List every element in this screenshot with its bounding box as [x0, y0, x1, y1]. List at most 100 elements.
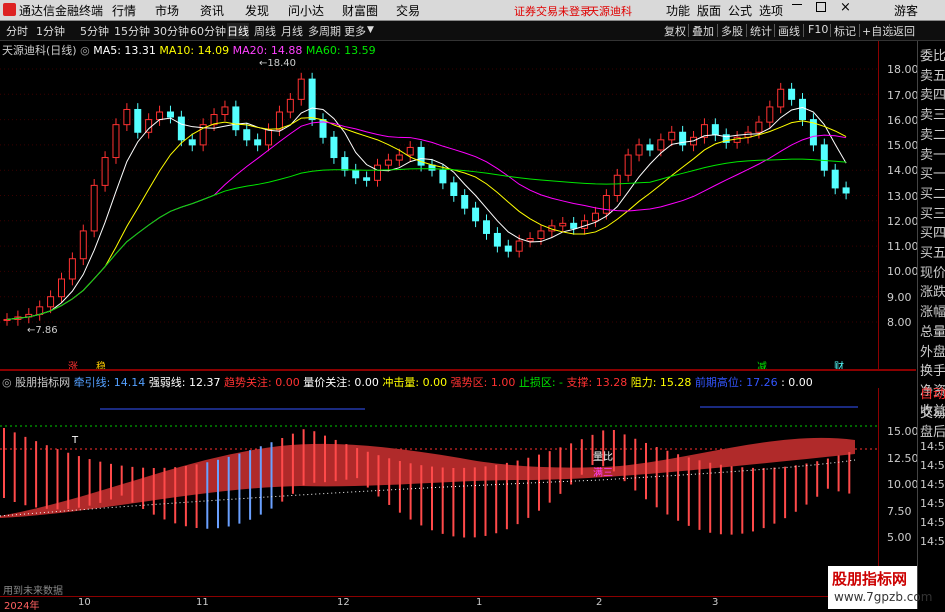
price-tick: 8.00: [887, 316, 912, 329]
date-tick: 10: [78, 597, 91, 608]
candle-body: [275, 111, 283, 131]
tab-30min[interactable]: 30分钟: [153, 23, 189, 39]
side-panel-item[interactable]: 交易: [920, 402, 945, 421]
indicator-chart[interactable]: [0, 388, 878, 596]
candle-body: [831, 169, 839, 189]
tab-timeshare[interactable]: 分时: [6, 23, 28, 39]
btn-overlay[interactable]: 叠加: [692, 23, 714, 39]
side-panel-item[interactable]: 14:56: [920, 478, 945, 491]
pane-divider[interactable]: [0, 369, 916, 371]
candle-body: [384, 159, 392, 166]
date-tick: 3: [712, 597, 719, 608]
candle-body: [145, 119, 153, 133]
ma10-line: [6, 117, 847, 320]
side-panel-item[interactable]: 外盘: [920, 341, 945, 360]
candle-body: [68, 258, 76, 280]
candle-body: [123, 108, 131, 126]
menu-bar: 通达信金融终端 行情 市场 资讯 发现 问小达 财富圈 交易 证券交易未登录 天…: [0, 0, 945, 21]
tab-more[interactable]: 更多: [344, 23, 366, 39]
side-panel-item[interactable]: 卖三: [920, 104, 945, 123]
btn-draw-line[interactable]: 画线: [778, 23, 800, 39]
side-panel-item[interactable]: 买四: [920, 222, 945, 241]
side-panel-item[interactable]: 14:56: [920, 440, 945, 453]
side-panel-item[interactable]: 委比: [920, 45, 945, 64]
menu-layout[interactable]: 版面: [697, 2, 721, 19]
side-panel-item[interactable]: 卖五: [920, 65, 945, 84]
price-tick: 17.00: [887, 89, 919, 102]
candle-body: [515, 240, 523, 252]
side-panel-item[interactable]: 卖二: [920, 124, 945, 143]
candle-body: [166, 111, 174, 118]
menu-discover[interactable]: 发现: [245, 2, 269, 19]
candlestick-chart[interactable]: [0, 41, 878, 369]
tab-60min[interactable]: 60分钟: [190, 23, 226, 39]
menu-options[interactable]: 选项: [759, 2, 783, 19]
side-panel-item[interactable]: 14:56: [920, 459, 945, 472]
side-panel-item[interactable]: 卖一: [920, 144, 945, 163]
side-panel-item[interactable]: 总量: [920, 321, 945, 340]
settings-icon[interactable]: ◎: [80, 44, 90, 57]
side-panel-item[interactable]: 盘后: [920, 421, 945, 440]
side-panel-item[interactable]: 涨幅: [920, 301, 945, 320]
side-panel-item[interactable]: 涨跌: [920, 281, 945, 300]
date-axis: 2024年 10 11 12 1 2 3: [0, 596, 916, 612]
btn-back[interactable]: 返回: [893, 23, 915, 39]
guest-label[interactable]: 游客: [894, 2, 918, 19]
separator: [746, 24, 747, 37]
side-panel-item[interactable]: 买一: [920, 163, 945, 182]
side-panel-item[interactable]: 现价: [920, 262, 945, 281]
btn-f10[interactable]: F10: [808, 23, 828, 36]
separator: [859, 24, 860, 37]
tab-5min[interactable]: 5分钟: [80, 23, 109, 39]
side-panel-item[interactable]: 14:56: [920, 516, 945, 529]
menu-quotes[interactable]: 行情: [112, 2, 136, 19]
menu-ask[interactable]: 问小达: [288, 2, 324, 19]
menu-news[interactable]: 资讯: [200, 2, 224, 19]
menu-wealth[interactable]: 财富圈: [342, 2, 378, 19]
login-notice[interactable]: 证券交易未登录: [514, 3, 591, 19]
candle-body: [646, 144, 654, 151]
watermark-url: www.7gpzb.com: [834, 590, 933, 604]
menu-trade[interactable]: 交易: [396, 2, 420, 19]
side-panel-item[interactable]: 14:56: [920, 535, 945, 548]
side-panel-item[interactable]: 14:56: [920, 497, 945, 510]
candle-body: [363, 177, 371, 181]
candle-body: [668, 131, 676, 141]
side-panel-item[interactable]: 换手: [920, 360, 945, 379]
side-panel-item[interactable]: 买三: [920, 203, 945, 222]
menu-function[interactable]: 功能: [666, 2, 690, 19]
candle-body: [842, 187, 850, 194]
side-panel-item[interactable]: 买二: [920, 183, 945, 202]
candle-body: [624, 154, 632, 176]
btn-statistics[interactable]: 统计: [750, 23, 772, 39]
tab-monthly[interactable]: 月线: [281, 23, 303, 39]
candle-body: [232, 106, 240, 131]
date-year: 2024年: [4, 601, 40, 612]
chevron-down-icon[interactable]: ▼: [367, 25, 374, 35]
side-panel-item[interactable]: 买五: [920, 242, 945, 261]
price-tick: 11.00: [887, 240, 919, 253]
candle-body: [788, 88, 796, 100]
btn-multi-stock[interactable]: 多股: [721, 23, 743, 39]
side-panel-item[interactable]: 卖四: [920, 84, 945, 103]
btn-restore-rights[interactable]: 复权: [664, 23, 686, 39]
candle-body: [591, 212, 599, 222]
tab-1min[interactable]: 1分钟: [36, 23, 65, 39]
tab-daily[interactable]: 日线: [227, 23, 249, 39]
price-axis: 18.00 17.00 16.00 15.00 14.00 13.00 12.00 11.00…: [878, 41, 919, 369]
tab-15min[interactable]: 15分钟: [114, 23, 150, 39]
btn-mark[interactable]: 标记: [834, 23, 856, 39]
minimize-icon[interactable]: [792, 4, 802, 5]
maximize-icon[interactable]: [816, 2, 826, 12]
candle-body: [221, 106, 229, 116]
menu-market[interactable]: 市场: [155, 2, 179, 19]
close-icon[interactable]: ×: [840, 0, 851, 15]
candle-body: [461, 195, 469, 209]
menu-formula[interactable]: 公式: [728, 2, 752, 19]
candle-body: [265, 129, 273, 146]
low-price-marker: ←7.86: [27, 325, 58, 336]
candle-body: [493, 232, 501, 247]
side-panel-item[interactable]: 自动: [920, 383, 945, 402]
tab-multi-period[interactable]: 多周期: [308, 23, 341, 39]
tab-weekly[interactable]: 周线: [254, 23, 276, 39]
